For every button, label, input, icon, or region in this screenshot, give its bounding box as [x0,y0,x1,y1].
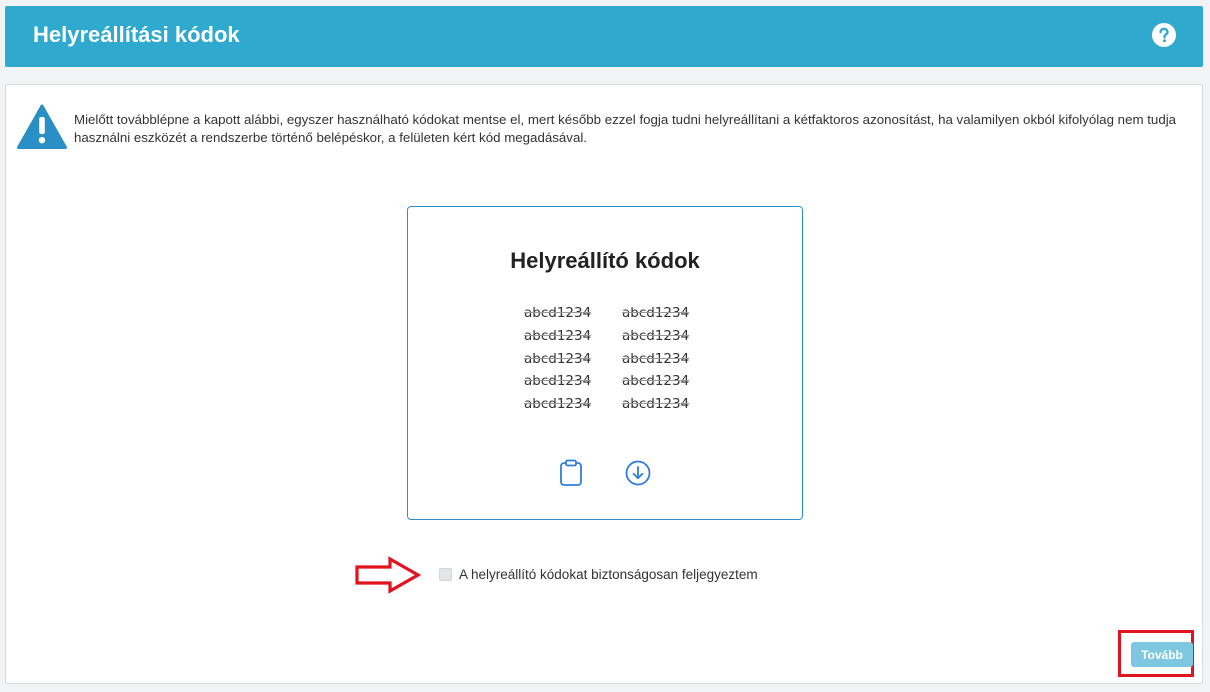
recovery-code: abcd1234 [622,350,690,367]
clipboard-icon[interactable] [559,459,583,487]
next-button[interactable]: Tovább [1131,642,1193,667]
warning-triangle-icon [17,104,67,149]
recovery-codes-title: Helyreállító kódok [510,248,700,273]
red-arrow-right-icon [355,556,422,594]
recovery-code: abcd1234 [622,305,690,321]
recovery-codes-list: abcd1234 abcd1234 abcd1234 abcd1234 abcd… [524,302,724,416]
recovery-codes-card: Helyreállító kódok abcd1234 abcd1234 abc… [407,206,803,520]
page-header: Helyreállítási kódok [5,6,1203,67]
confirm-checkbox-label[interactable]: A helyreállító kódokat biztonságosan fel… [459,566,758,584]
download-circle-icon[interactable] [625,460,651,486]
recovery-code: abcd1234 [622,327,690,344]
recovery-code: abcd1234 [524,396,592,413]
confirm-row: A helyreállító kódokat biztonságosan fel… [354,556,794,596]
page-title: Helyreállítási kódok [33,22,240,47]
recovery-codes-actions [408,459,802,489]
recovery-code: abcd1234 [524,350,592,367]
confirm-checkbox[interactable] [439,568,452,581]
recovery-code: abcd1234 [524,327,592,344]
recovery-code: abcd1234 [524,305,592,321]
content-panel: Mielőtt továbblépne a kapott alábbi, egy… [5,84,1203,684]
warning-message: Mielőtt továbblépne a kapott alábbi, egy… [74,112,1177,145]
recovery-code: abcd1234 [622,373,690,390]
recovery-code: abcd1234 [524,373,592,390]
next-button-highlight: Tovább [1118,630,1194,677]
question-circle-icon[interactable] [1152,23,1176,47]
recovery-code: abcd1234 [622,396,690,413]
